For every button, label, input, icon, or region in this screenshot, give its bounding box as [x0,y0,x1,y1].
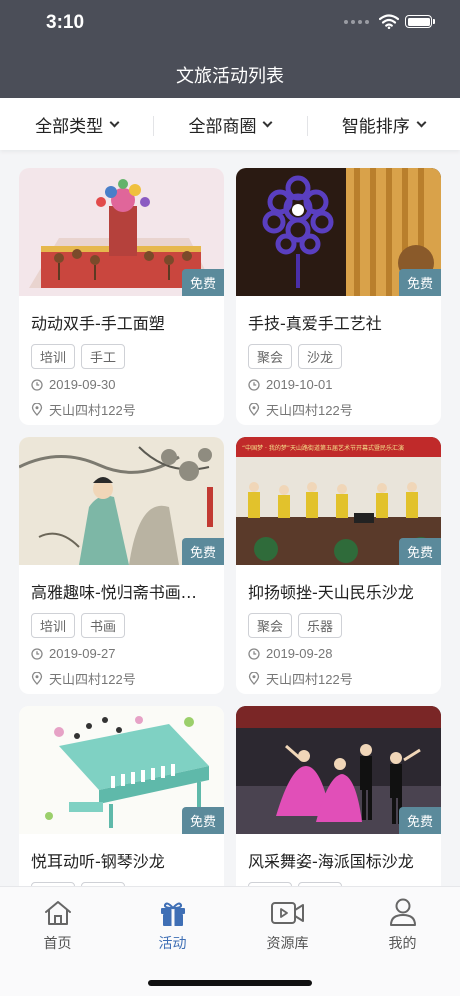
tab-label: 活动 [158,936,187,952]
activity-card[interactable]: “中国梦 · 我的梦”天山路街道第五届艺术节开幕式暨民乐汇演 免费 抑扬顿挫-天… [236,437,441,694]
activity-card[interactable]: 免费 悦耳动听-钢琴沙龙 聚会 乐器 [19,706,224,886]
tab-label: 首页 [43,936,72,952]
status-icons [344,14,435,29]
battery-icon [405,15,435,28]
activity-title: 抑扬顿挫-天山民乐沙龙 [248,583,414,602]
tag-list: 聚会 乐器 [248,613,429,638]
tab-activities[interactable]: 活动 [115,887,230,958]
tag: 聚会 [248,613,293,638]
clock-icon [31,647,43,660]
tab-profile[interactable]: 我的 [345,887,460,958]
wifi-icon [379,14,399,29]
free-badge: 免费 [181,538,224,565]
filter-type-dropdown[interactable]: 全部类型 [0,112,153,137]
activity-location: 天山四村122号 [31,669,212,688]
activity-list: 免费 动动双手-手工面塑 培训 手工 2019-09-30 天山四村122号 免… [19,168,441,886]
video-icon [270,902,304,924]
activity-card[interactable]: 免费 动动双手-手工面塑 培训 手工 2019-09-30 天山四村122号 [19,168,224,425]
banner-text: “中国梦 · 我的梦”天山路街道第五届艺术节开幕式暨民乐汇演 [242,444,404,452]
activity-image: 免费 [19,706,224,834]
tag: 培训 [31,344,76,369]
location-pin-icon [31,403,43,416]
activity-title: 动动双手-手工面塑 [31,314,165,333]
free-badge: 免费 [181,807,224,834]
home-indicator-area [0,958,460,996]
free-badge: 免费 [398,807,441,834]
activity-location: 天山四村122号 [248,400,429,419]
activity-title: 高雅趣味-悦归斋书画… [31,583,197,602]
tag: 乐器 [298,613,343,638]
location-text: 天山四村122号 [266,403,353,418]
filter-sort-dropdown[interactable]: 智能排序 [306,112,460,137]
activity-image: 免费 [236,706,441,834]
chevron-down-icon [263,117,273,127]
location-text: 天山四村122号 [49,672,136,687]
free-badge: 免费 [181,269,224,296]
clock-icon [248,647,260,660]
tag-list: 培训 手工 [31,344,212,369]
tag: 沙龙 [298,344,343,369]
location-pin-icon [248,403,260,416]
tag: 培训 [31,613,76,638]
location-pin-icon [248,672,260,685]
free-badge: 免费 [398,538,441,565]
filter-district-label: 全部商圈 [188,116,257,137]
location-text: 天山四村122号 [49,403,136,418]
tab-home[interactable]: 首页 [0,887,115,958]
home-icon [44,901,71,925]
location-pin-icon [31,672,43,685]
activity-location: 天山四村122号 [248,669,429,688]
filter-sort-label: 智能排序 [341,116,410,137]
activity-date: 2019-09-28 [248,646,429,661]
activity-card[interactable]: 免费 手技-真爱手工艺社 聚会 沙龙 2019-10-01 天山四村122号 [236,168,441,425]
location-text: 天山四村122号 [266,672,353,687]
free-badge: 免费 [398,269,441,296]
status-bar: 3:10 [0,0,460,50]
tab-label: 资源库 [266,936,309,952]
activity-image: 免费 [236,168,441,296]
home-indicator[interactable] [148,980,312,986]
filter-type-label: 全部类型 [35,116,104,137]
tag: 聚会 [248,344,293,369]
chevron-down-icon [109,117,120,127]
clock-icon [248,378,260,391]
bottom-tab-bar: 首页 活动 资源库 我的 [0,886,460,958]
tab-resources[interactable]: 资源库 [230,887,345,958]
activity-date: 2019-09-30 [31,377,212,392]
tag-list: 聚会 沙龙 [248,344,429,369]
tab-label: 我的 [388,936,417,952]
date-text: 2019-10-01 [266,377,333,392]
chevron-down-icon [416,117,427,127]
user-icon [389,898,416,926]
activity-card[interactable]: 免费 高雅趣味-悦归斋书画… 培训 书画 2019-09-27 天山四村122号 [19,437,224,694]
activity-date: 2019-09-27 [31,646,212,661]
activity-image: “中国梦 · 我的梦”天山路街道第五届艺术节开幕式暨民乐汇演 免费 [236,437,441,565]
gift-icon [160,902,185,926]
activity-title: 手技-真爱手工艺社 [248,314,382,333]
date-text: 2019-09-28 [266,646,333,661]
tag-list: 培训 书画 [31,613,212,638]
tag: 手工 [81,344,126,369]
activity-image: 免费 [19,168,224,296]
clock-icon [31,378,43,391]
activity-image: 免费 [19,437,224,565]
date-text: 2019-09-30 [49,377,116,392]
filter-bar: 全部类型 全部商圈 智能排序 [0,98,460,150]
signal-icon [344,19,369,24]
tag: 书画 [81,613,126,638]
status-time: 3:10 [46,12,85,33]
activity-date: 2019-10-01 [248,377,429,392]
page-title: 文旅活动列表 [176,66,284,87]
filter-district-dropdown[interactable]: 全部商圈 [153,112,306,137]
activity-title: 风采舞姿-海派国标沙龙 [248,852,414,871]
date-text: 2019-09-27 [49,646,116,661]
activity-title: 悦耳动听-钢琴沙龙 [31,852,165,871]
app-header: 3:10 文旅活动列表 [0,0,460,98]
activity-location: 天山四村122号 [31,400,212,419]
activity-card[interactable]: 免费 风采舞姿-海派国标沙龙 聚会 舞蹈 [236,706,441,886]
